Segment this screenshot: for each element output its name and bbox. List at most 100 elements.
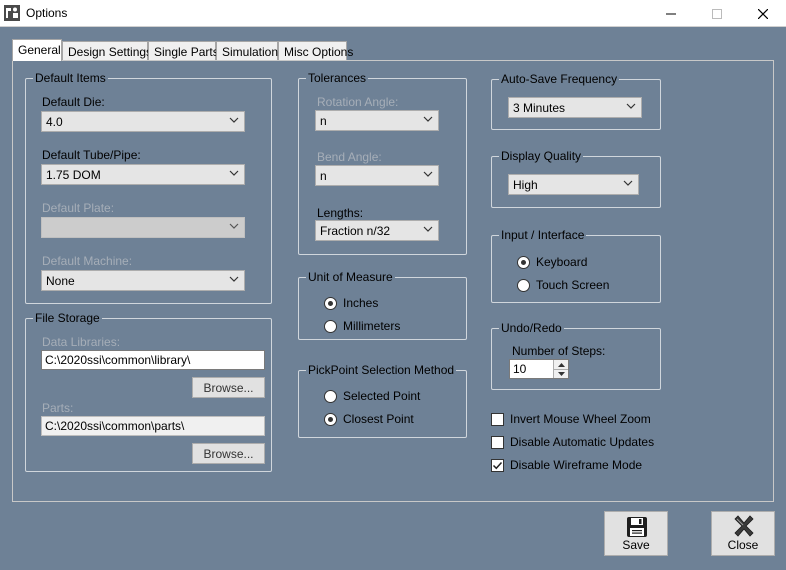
chevron-down-icon: [423, 226, 433, 232]
data-libraries-field[interactable]: C:\2020ssi\common\library\: [41, 350, 265, 370]
checkbox-unchecked-icon: [491, 435, 504, 449]
minimize-button[interactable]: [648, 0, 694, 27]
data-libraries-label: Data Libraries:: [42, 335, 121, 349]
minimize-icon: [666, 13, 676, 14]
tab-single-parts[interactable]: Single Parts: [148, 41, 219, 61]
close-button[interactable]: Close: [711, 511, 775, 556]
default-tube-label: Default Tube/Pipe:: [42, 148, 141, 162]
millimeters-label: Millimeters: [343, 319, 401, 333]
save-label: Save: [622, 538, 650, 552]
chevron-down-icon: [229, 223, 239, 229]
lengths-label: Lengths:: [317, 206, 364, 220]
disable-wireframe-checkbox[interactable]: Disable Wireframe Mode: [491, 458, 642, 472]
radio-selected-icon: [517, 255, 530, 269]
number-of-steps-label: Number of Steps:: [512, 344, 606, 358]
close-window-button[interactable]: [740, 0, 786, 27]
closest-point-radio[interactable]: Closest Point: [324, 412, 414, 426]
number-of-steps-value: 10: [513, 362, 527, 376]
caret-up-icon: [557, 362, 565, 367]
pickpoint-group: PickPoint Selection Method: [298, 363, 467, 438]
radio-unselected-icon: [517, 278, 530, 292]
default-tube-select[interactable]: 1.75 DOM: [41, 164, 245, 185]
floppy-disk-icon: [627, 517, 647, 537]
invert-mouse-wheel-checkbox[interactable]: Invert Mouse Wheel Zoom: [491, 412, 651, 426]
browse-data-libraries-button[interactable]: Browse...: [192, 377, 265, 398]
rotation-angle-label: Rotation Angle:: [317, 95, 399, 109]
touch-screen-label: Touch Screen: [536, 278, 610, 292]
radio-unselected-icon: [324, 319, 337, 333]
millimeters-radio[interactable]: Millimeters: [324, 319, 400, 333]
chevron-down-icon: [626, 103, 636, 109]
radio-selected-icon: [324, 296, 337, 310]
maximize-icon: [712, 8, 722, 19]
inches-radio[interactable]: Inches: [324, 296, 378, 310]
chevron-down-icon: [229, 117, 239, 123]
checkbox-checked-icon: [491, 458, 504, 472]
inches-label: Inches: [343, 296, 379, 310]
close-icon: [758, 8, 768, 19]
default-die-value: 4.0: [46, 115, 63, 129]
pickpoint-title: PickPoint Selection Method: [306, 363, 457, 377]
chevron-down-icon: [229, 170, 239, 176]
spinner-arrows[interactable]: [553, 360, 568, 378]
keyboard-label: Keyboard: [536, 255, 588, 269]
unit-of-measure-title: Unit of Measure: [306, 270, 395, 284]
window-title: Options: [26, 6, 68, 20]
chevron-down-icon: [423, 171, 433, 177]
bend-angle-label: Bend Angle:: [317, 150, 382, 164]
tab-simulation[interactable]: Simulation: [216, 41, 278, 61]
chevron-down-icon: [423, 116, 433, 122]
tab-design-settings[interactable]: Design Settings: [62, 41, 152, 61]
closest-point-label: Closest Point: [343, 412, 414, 426]
default-die-label: Default Die:: [42, 95, 105, 109]
lengths-select[interactable]: Fraction n/32: [315, 220, 439, 241]
touch-screen-radio[interactable]: Touch Screen: [517, 278, 609, 292]
close-x-icon: [734, 515, 754, 537]
chevron-down-icon: [623, 180, 633, 186]
bend-angle-select[interactable]: n: [315, 165, 439, 186]
spinner-down-button[interactable]: [554, 369, 568, 378]
spinner-up-button[interactable]: [554, 360, 568, 369]
save-button[interactable]: Save: [604, 511, 668, 556]
input-interface-title: Input / Interface: [499, 228, 587, 242]
rotation-angle-select[interactable]: n: [315, 110, 439, 131]
undo-redo-title: Undo/Redo: [499, 321, 564, 335]
tolerances-title: Tolerances: [306, 71, 369, 85]
radio-selected-icon: [324, 412, 337, 426]
browse-parts-button[interactable]: Browse...: [192, 443, 265, 464]
tab-misc-options[interactable]: Misc Options: [278, 41, 353, 61]
app-logo-icon: [4, 5, 20, 21]
file-storage-title: File Storage: [33, 311, 102, 325]
lengths-value: Fraction n/32: [320, 224, 391, 238]
parts-label: Parts:: [42, 401, 74, 415]
default-tube-value: 1.75 DOM: [46, 168, 101, 182]
parts-field[interactable]: C:\2020ssi\common\parts\: [41, 416, 265, 436]
default-machine-select[interactable]: None: [41, 270, 245, 291]
selected-point-radio[interactable]: Selected Point: [324, 389, 420, 403]
chevron-down-icon: [229, 276, 239, 282]
number-of-steps-spinner[interactable]: 10: [509, 359, 569, 379]
display-quality-title: Display Quality: [499, 149, 584, 163]
default-die-select[interactable]: 4.0: [41, 111, 245, 132]
default-machine-label: Default Machine:: [42, 254, 133, 268]
auto-save-value: 3 Minutes: [513, 101, 566, 115]
rotation-angle-value: n: [320, 114, 327, 128]
display-quality-select[interactable]: High: [508, 174, 639, 195]
maximize-button[interactable]: [694, 0, 740, 27]
disable-updates-label: Disable Automatic Updates: [510, 435, 655, 449]
caret-down-icon: [557, 372, 565, 376]
title-bar: Options: [0, 0, 786, 27]
disable-updates-checkbox[interactable]: Disable Automatic Updates: [491, 435, 654, 449]
tab-general[interactable]: General: [12, 39, 62, 61]
default-plate-select[interactable]: [41, 217, 245, 238]
default-plate-label: Default Plate:: [42, 201, 115, 215]
invert-mouse-wheel-label: Invert Mouse Wheel Zoom: [510, 412, 651, 426]
disable-wireframe-label: Disable Wireframe Mode: [510, 458, 643, 472]
checkbox-unchecked-icon: [491, 412, 504, 426]
keyboard-radio[interactable]: Keyboard: [517, 255, 587, 269]
auto-save-title: Auto-Save Frequency: [499, 72, 620, 86]
default-items-title: Default Items: [33, 71, 108, 85]
auto-save-select[interactable]: 3 Minutes: [508, 97, 642, 118]
close-label: Close: [727, 538, 759, 552]
selected-point-label: Selected Point: [343, 389, 421, 403]
